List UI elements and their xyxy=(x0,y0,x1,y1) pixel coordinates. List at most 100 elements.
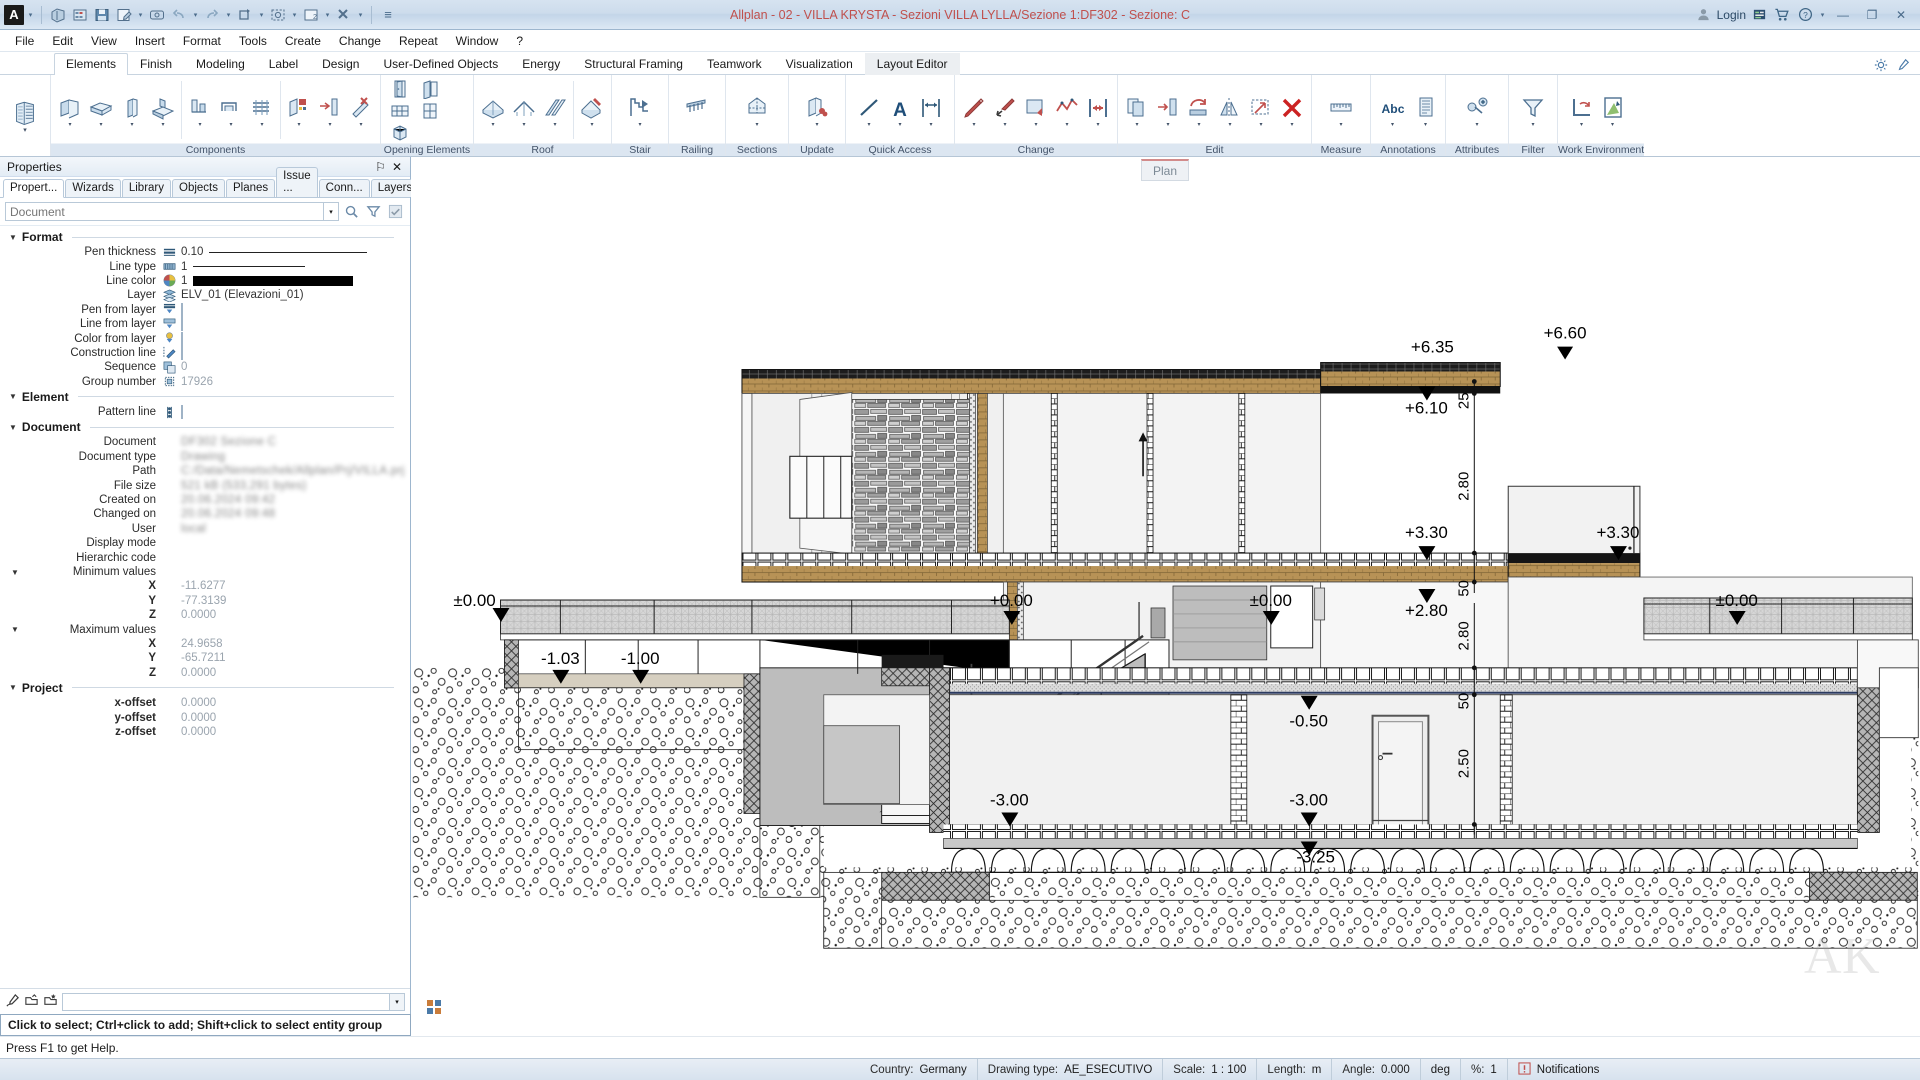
property-row-sequence[interactable]: Sequence 0 xyxy=(0,360,410,374)
ribbon-tabs-right[interactable] xyxy=(1874,58,1920,75)
menu-tools[interactable]: Tools xyxy=(230,32,276,50)
property-row-line-type[interactable]: Line type 1 xyxy=(0,259,410,273)
properties-footer-toolbar[interactable]: ▾ xyxy=(0,988,410,1014)
property-row-pattern-line[interactable]: Pattern line xyxy=(0,405,410,420)
ribbon-group-quick-access[interactable]: ▾ A ▾ ▾ Quick Access xyxy=(845,75,954,156)
wall-delete-button[interactable]: ▾ xyxy=(346,93,376,128)
ribbon-group-measure[interactable]: ▾ Measure xyxy=(1311,75,1370,156)
property-row-layer[interactable]: Layer ELV_01 (Elevazioni_01) xyxy=(0,288,410,302)
tab-user-defined-objects[interactable]: User-Defined Objects xyxy=(371,53,510,75)
ribbon-group-attributes[interactable]: ▾ Attributes xyxy=(1445,75,1508,156)
foundation-button[interactable]: ▾ xyxy=(148,93,178,128)
ribbon-group-stair[interactable]: ▾ Stair xyxy=(611,75,668,156)
configure-ribbon-icon[interactable] xyxy=(1896,58,1910,75)
collapse-triangle-icon[interactable]: ▼ xyxy=(9,568,21,577)
property-row-group-number[interactable]: Group number 17926 xyxy=(0,375,410,389)
modify-pencil-button[interactable]: ▾ xyxy=(959,93,989,128)
tab-objects[interactable]: Objects xyxy=(172,179,225,197)
tab-elements[interactable]: Elements xyxy=(54,53,129,75)
railing-button[interactable]: ▾ xyxy=(682,93,712,128)
status-notifications[interactable]: Notifications xyxy=(1508,1059,1610,1080)
ribbon-group-update[interactable]: ▾ Update xyxy=(788,75,845,156)
update-button[interactable]: ▾ xyxy=(802,93,832,128)
layout-pages-icon[interactable]: 2 xyxy=(301,5,321,25)
checkbox[interactable] xyxy=(181,302,183,317)
measure-button[interactable]: ▾ xyxy=(1326,93,1356,128)
eyedropper-icon[interactable] xyxy=(5,993,20,1011)
tab-label[interactable]: Label xyxy=(257,53,310,75)
ribbon-group-annotations[interactable]: Abc ▾ ▾ Annotations xyxy=(1370,75,1445,156)
menu-format[interactable]: Format xyxy=(174,32,230,50)
assign-format-icon[interactable] xyxy=(43,993,58,1011)
apply-check-icon[interactable] xyxy=(386,202,405,221)
pick-format-button[interactable]: ▾ xyxy=(990,93,1020,128)
drawing-canvas[interactable]: Plan +6.60 +6.35 +6.10 +3.30 +3.30 +2.80… xyxy=(411,157,1920,1036)
redo-caret-icon[interactable]: ▾ xyxy=(224,11,233,19)
shop-cart-icon[interactable] xyxy=(1772,5,1792,25)
viewport-button[interactable]: ▾ xyxy=(1598,93,1628,128)
edit-note-caret-icon[interactable]: ▾ xyxy=(136,11,145,19)
collapse-triangle-icon[interactable]: ▼ xyxy=(9,625,21,634)
properties-panel[interactable]: Properties ⚐ ✕ Propert... Wizards Librar… xyxy=(0,157,420,1036)
ribbon-group-edit[interactable]: ▾ ▾ ▾ ▾ ▾ ▾ Edit xyxy=(1117,75,1311,156)
properties-search-dropdown-icon[interactable]: ▾ xyxy=(324,202,339,221)
section-header-element[interactable]: ▼ Element xyxy=(0,389,410,405)
title-bar-right-controls[interactable]: Login ? ▾ — ❐ ✕ xyxy=(1694,5,1920,25)
refresh-icon[interactable] xyxy=(235,5,255,25)
copy-button[interactable]: ▾ xyxy=(1122,93,1152,128)
roof-modify-button[interactable]: ▾ xyxy=(577,93,607,128)
viewport-tab-plan[interactable]: Plan xyxy=(1141,159,1189,181)
roof-plane-button[interactable]: ▾ xyxy=(478,93,508,128)
tab-design[interactable]: Design xyxy=(310,53,371,75)
status-length[interactable]: Length: m xyxy=(1257,1059,1333,1080)
gable-roof-button[interactable]: ▾ xyxy=(509,93,539,128)
section-header-format[interactable]: ▼ Format xyxy=(0,229,410,245)
quick-access-toolbar[interactable]: A ▾ ▾ ▾ ▾ ▾ ▾ 2 ▾ ▾ ≡ xyxy=(0,4,398,25)
filter-funnel-icon[interactable] xyxy=(364,202,383,221)
undo-icon[interactable] xyxy=(169,5,189,25)
login-label[interactable]: Login xyxy=(1717,8,1746,22)
user-avatar-icon[interactable] xyxy=(1694,5,1714,25)
door-button[interactable] xyxy=(385,77,415,99)
tools-caret-icon[interactable]: ▾ xyxy=(356,11,365,19)
status-bar[interactable]: Country: Germany Drawing type: AE_ESECUT… xyxy=(0,1058,1920,1080)
reinforcement-button[interactable]: ▾ xyxy=(247,93,277,128)
tab-library[interactable]: Library xyxy=(121,179,171,197)
save-icon[interactable] xyxy=(92,5,112,25)
tab-properties[interactable]: Propert... xyxy=(3,179,65,198)
text-abc-button[interactable]: Abc ▾ xyxy=(1376,93,1410,128)
tab-structural-framing[interactable]: Structural Framing xyxy=(572,53,695,75)
search-icon[interactable] xyxy=(342,202,361,221)
menu-file[interactable]: File xyxy=(6,32,43,50)
coordinate-system-button[interactable]: ▾ xyxy=(1567,93,1597,128)
new-project-icon[interactable] xyxy=(48,5,68,25)
tab-layout-editor[interactable]: Layout Editor xyxy=(864,53,960,75)
tab-wizards[interactable]: Wizards xyxy=(65,179,121,197)
property-group-minimum-values[interactable]: ▼ Minimum values xyxy=(0,565,410,579)
move-button[interactable]: ▾ xyxy=(1153,93,1183,128)
column-button[interactable]: ▾ xyxy=(117,93,147,128)
properties-tab-bar[interactable]: Propert... Wizards Library Objects Plane… xyxy=(0,167,420,198)
property-row-pen-thickness[interactable]: Pen thickness 0.10 xyxy=(0,245,410,259)
checkbox[interactable] xyxy=(181,317,183,332)
maximize-button[interactable]: ❐ xyxy=(1859,5,1885,25)
menu-window[interactable]: Window xyxy=(447,32,508,50)
tab-modeling[interactable]: Modeling xyxy=(184,53,257,75)
checkbox[interactable] xyxy=(181,405,183,420)
menu-create[interactable]: Create xyxy=(276,32,330,50)
niche-button[interactable] xyxy=(415,77,445,99)
ribbon-group-roof[interactable]: ▾ ▾ ▾ ▾ Roof xyxy=(473,75,611,156)
upstand-button[interactable]: ▾ xyxy=(185,93,215,128)
open-project-icon[interactable] xyxy=(70,5,90,25)
tab-visualization[interactable]: Visualization xyxy=(774,53,865,75)
section-button[interactable]: ▾ xyxy=(742,93,772,128)
status-scale[interactable]: Scale: 1 : 100 xyxy=(1163,1059,1258,1080)
wall-modify-button[interactable]: ▾ xyxy=(284,93,314,128)
pin-icon[interactable]: ⚐ xyxy=(375,160,386,174)
rotate-button[interactable]: ▾ xyxy=(1184,93,1214,128)
property-row-line-color[interactable]: Line color 1 xyxy=(0,274,410,288)
checkbox[interactable] xyxy=(181,345,183,360)
menu-view[interactable]: View xyxy=(82,32,126,50)
tab-issue[interactable]: Issue ... xyxy=(276,167,318,197)
ribbon-group-work-environment[interactable]: ▾ ▾ Work Environment xyxy=(1557,75,1645,156)
